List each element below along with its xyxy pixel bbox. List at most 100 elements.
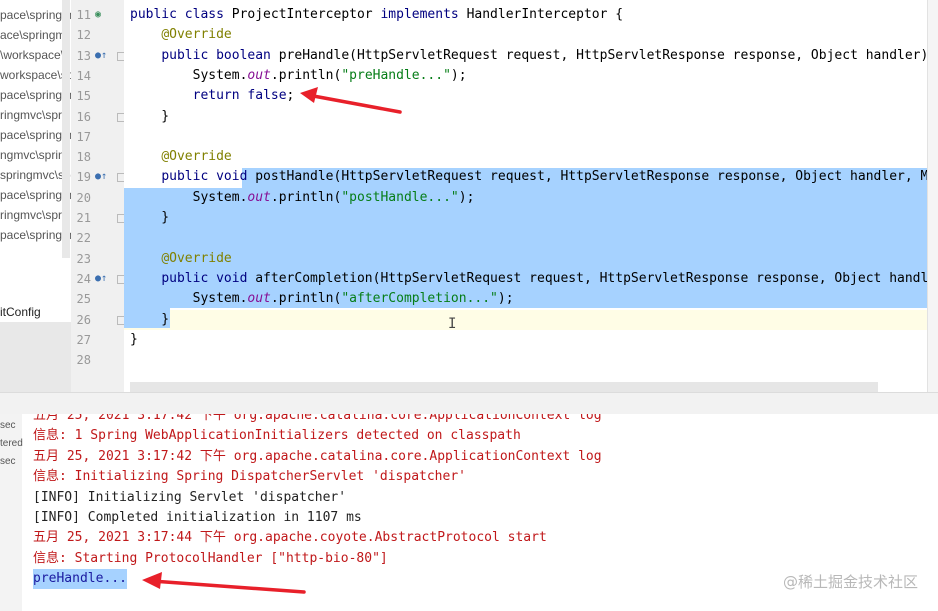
code-token: "afterCompletion..."	[341, 291, 498, 307]
code-line[interactable]: }	[130, 310, 169, 330]
editor-vertical-scrollbar[interactable]	[927, 0, 938, 392]
tree-item[interactable]: ringmvc\spr	[0, 206, 62, 224]
arrow-annotation	[142, 572, 306, 594]
tree-item[interactable]: pace\springm	[0, 186, 71, 204]
line-number: 14	[76, 68, 91, 83]
project-tree: pace\springm ace\springm \workspace\s works…	[0, 0, 71, 392]
code-token: preHandle(HttpServletRequest request, Ht…	[278, 47, 937, 63]
code-token: }	[130, 108, 170, 124]
tree-item[interactable]: ngmvc\sprin	[0, 146, 65, 164]
line-number: 16	[76, 109, 91, 124]
tree-item[interactable]: \workspace\s	[0, 46, 70, 64]
tree-scrollbar[interactable]	[62, 0, 70, 258]
console-line: [INFO] Initializing Servlet 'dispatcher'	[33, 489, 347, 505]
code-token: @Override	[161, 149, 232, 165]
override-icon[interactable]: ●↑	[95, 167, 107, 187]
console-output-selected: preHandle...	[33, 569, 127, 590]
code-token: ProjectInterceptor	[231, 7, 381, 22]
line-number: 28	[76, 353, 91, 368]
text-cursor-icon: I	[448, 316, 457, 332]
tree-item[interactable]: pace\springm	[0, 226, 71, 244]
code-token: public void	[161, 270, 256, 286]
code-token: }	[130, 311, 170, 327]
code-line[interactable]: public boolean preHandle(HttpServletRequ…	[130, 46, 938, 66]
code-token: @Override	[161, 250, 232, 266]
code-line[interactable]: System.out.println("preHandle...");	[130, 66, 467, 86]
code-line[interactable]: return false;	[130, 86, 295, 106]
console-side-label: sec	[0, 420, 16, 431]
console-side-label: tered	[0, 438, 23, 449]
console-line: 五月 25, 2021 3:17:42 下午 org.apache.catali…	[33, 414, 602, 423]
code-token: System.	[130, 291, 248, 307]
code-token: "preHandle..."	[341, 67, 451, 83]
code-token: .println(	[270, 291, 342, 307]
watermark: @稀土掘金技术社区	[782, 573, 918, 591]
code-line[interactable]: @Override	[130, 249, 232, 269]
tree-item[interactable]: springmvc\sp	[0, 166, 71, 184]
editor-horizontal-scrollbar[interactable]	[130, 382, 878, 392]
code-token: public boolean	[161, 47, 279, 63]
console-side-label: sec	[0, 456, 16, 467]
line-number: 22	[76, 231, 91, 246]
editor-gutter: 11 12 13 14 15 16 17 18 19 20 21 22 23 24 25 26 27 28 ◉ ●↑ ●…	[71, 0, 126, 392]
code-token: System.	[130, 67, 248, 83]
code-token: );	[497, 291, 514, 307]
override-icon[interactable]: ●↑	[95, 46, 107, 66]
tree-item[interactable]: workspace\sp	[0, 66, 71, 84]
code-token: out	[247, 291, 271, 307]
code-line[interactable]: }	[130, 107, 169, 127]
line-number: 24	[76, 271, 91, 286]
arrow-annotation	[300, 87, 402, 114]
tree-item[interactable]: ringmvc\spr	[0, 106, 62, 124]
code-token: HandlerInterceptor {	[466, 7, 624, 22]
code-token: );	[450, 67, 467, 83]
code-line[interactable]: public void afterCompletion(HttpServletR…	[130, 269, 938, 289]
tree-item[interactable]: ace\springm	[0, 26, 65, 44]
code-line[interactable]: }	[130, 330, 138, 350]
line-number: 13	[76, 48, 91, 63]
code-token: }	[130, 331, 138, 347]
code-line[interactable]: public void postHandle(HttpServletReques…	[130, 167, 938, 187]
line-number: 17	[76, 129, 91, 144]
line-number: 26	[76, 312, 91, 327]
tree-panel-blank	[0, 322, 71, 392]
line-number: 11	[76, 8, 91, 22]
implemented-method-icon[interactable]: ◉	[95, 5, 101, 25]
tree-item[interactable]: pace\springm	[0, 6, 71, 24]
tree-item-config[interactable]: itConfig	[0, 303, 41, 321]
console-line: 五月 25, 2021 3:17:44 下午 org.apache.coyote…	[33, 530, 547, 546]
code-token: .println(	[270, 189, 342, 205]
code-line[interactable]: public class ProjectInterceptor implemen…	[130, 5, 623, 25]
code-line[interactable]: @Override	[130, 147, 232, 167]
code-token: out	[247, 67, 271, 83]
code-line[interactable]: System.out.println("afterCompletion...")…	[130, 289, 514, 309]
code-token: }	[130, 210, 170, 225]
code-editor[interactable]: public class ProjectInterceptor implemen…	[124, 0, 938, 392]
code-line[interactable]: }	[130, 208, 169, 228]
console-line: 信息: Starting ProtocolHandler ["http-bio-…	[33, 550, 388, 566]
tree-item[interactable]: pace\springm	[0, 126, 71, 144]
console-line: 信息: Initializing Spring DispatcherServle…	[33, 469, 466, 485]
code-line[interactable]: System.out.println("postHandle...");	[130, 188, 475, 208]
line-number: 21	[76, 211, 91, 225]
code-token: implements	[380, 7, 467, 22]
line-number: 18	[76, 150, 91, 165]
override-icon[interactable]: ●↑	[95, 269, 107, 289]
line-number: 20	[76, 190, 91, 205]
line-number: 27	[76, 332, 91, 347]
code-token: public void	[161, 169, 256, 185]
code-token: );	[458, 189, 475, 205]
code-token: afterCompletion(HttpServletRequest reque…	[255, 270, 938, 286]
line-number: 12	[76, 28, 91, 43]
code-token: "postHandle..."	[341, 189, 459, 205]
code-line[interactable]: @Override	[130, 25, 232, 45]
panel-divider[interactable]	[0, 392, 938, 415]
tree-item[interactable]: pace\springmv	[0, 86, 71, 104]
code-token: @Override	[161, 27, 232, 43]
